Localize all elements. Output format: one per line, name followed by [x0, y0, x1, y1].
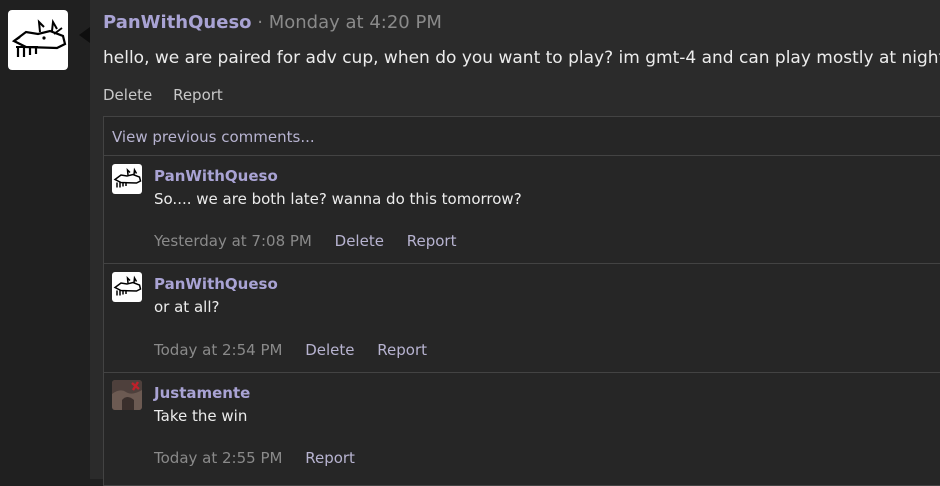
report-button[interactable]: Report	[407, 232, 457, 250]
comment-text: Take the win	[154, 407, 248, 425]
report-button[interactable]: Report	[305, 449, 355, 467]
post-author[interactable]: PanWithQueso	[103, 12, 252, 33]
rat-drawing-icon	[11, 18, 67, 57]
delete-button[interactable]: Delete	[305, 341, 354, 359]
left-gutter	[0, 0, 90, 479]
avatar[interactable]	[112, 164, 142, 194]
speech-pointer	[79, 27, 90, 43]
delete-button[interactable]: Delete	[335, 232, 384, 250]
delete-button[interactable]: Delete	[103, 86, 152, 104]
report-button[interactable]: Report	[377, 341, 427, 359]
divider	[104, 372, 940, 373]
post-actions: Delete Report	[103, 85, 239, 105]
comment-meta: Today at 2:54 PM Delete Report	[154, 340, 445, 360]
comment-meta: Yesterday at 7:08 PM Delete Report	[154, 231, 474, 251]
post-body: hello, we are paired for adv cup, when d…	[103, 48, 940, 68]
comment-author[interactable]: PanWithQueso	[154, 274, 278, 294]
comment-timestamp[interactable]: Today at 2:54 PM	[154, 341, 282, 359]
report-button[interactable]: Report	[173, 86, 223, 104]
comment-text: So.... we are both late? wanna do this t…	[154, 190, 522, 208]
comment-meta: Today at 2:55 PM Report	[154, 448, 373, 468]
avatar[interactable]	[8, 10, 68, 70]
comment-text: or at all?	[154, 298, 220, 316]
comment-timestamp[interactable]: Today at 2:55 PM	[154, 449, 282, 467]
comment-author[interactable]: PanWithQueso	[154, 166, 278, 186]
comments-section: View previous comments... PanWithQueso S…	[103, 116, 940, 486]
divider	[104, 263, 940, 264]
divider	[104, 155, 940, 156]
photo-avatar-icon	[112, 380, 142, 410]
rat-drawing-icon	[113, 275, 142, 296]
comment-timestamp[interactable]: Yesterday at 7:08 PM	[154, 232, 312, 250]
rat-drawing-icon	[113, 167, 142, 188]
post-header: PanWithQueso · Monday at 4:20 PM	[103, 12, 442, 34]
avatar[interactable]	[112, 272, 142, 302]
comment-author[interactable]: Justamente	[154, 383, 250, 403]
post-timestamp[interactable]: Monday at 4:20 PM	[269, 12, 442, 33]
avatar[interactable]	[112, 380, 142, 410]
view-previous-comments-link[interactable]: View previous comments...	[112, 127, 315, 147]
header-separator: ·	[257, 12, 263, 33]
